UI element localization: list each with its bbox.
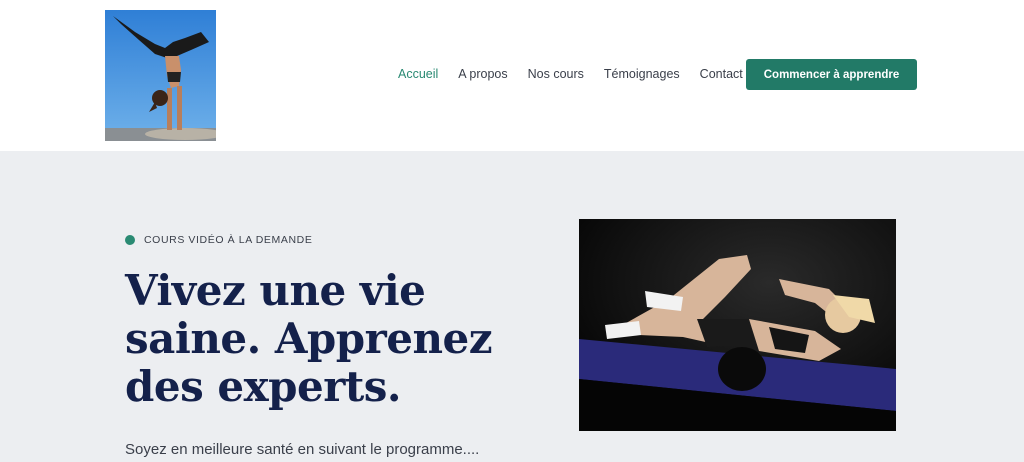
eyebrow-text: COURS VIDÉO À LA DEMANDE bbox=[144, 234, 313, 246]
site-header: Accueil A propos Nos cours Témoignages C… bbox=[0, 0, 1024, 151]
nav-link-contact[interactable]: Contact bbox=[700, 67, 743, 81]
hero-image bbox=[579, 219, 896, 431]
start-learning-button[interactable]: Commencer à apprendre bbox=[746, 59, 917, 90]
hero-subtext: Soyez en meilleure santé en suivant le p… bbox=[125, 441, 480, 458]
nav-link-a-propos[interactable]: A propos bbox=[458, 67, 507, 81]
nav-link-temoignages[interactable]: Témoignages bbox=[604, 67, 680, 81]
hero-headline: Vivez une vie saine. Apprenez des expert… bbox=[125, 267, 545, 411]
headline-line-3: des experts. bbox=[125, 362, 402, 411]
nav-link-accueil[interactable]: Accueil bbox=[398, 67, 438, 81]
eyebrow: COURS VIDÉO À LA DEMANDE bbox=[125, 234, 312, 246]
logo-image[interactable] bbox=[105, 10, 216, 141]
bullet-dot-icon bbox=[125, 235, 135, 245]
headline-line-2: saine. Apprenez bbox=[125, 314, 493, 363]
main-nav: Accueil A propos Nos cours Témoignages C… bbox=[398, 67, 763, 81]
headline-line-1: Vivez une vie bbox=[125, 266, 426, 315]
nav-link-nos-cours[interactable]: Nos cours bbox=[528, 67, 584, 81]
hero-section: COURS VIDÉO À LA DEMANDE Vivez une vie s… bbox=[0, 151, 1024, 462]
